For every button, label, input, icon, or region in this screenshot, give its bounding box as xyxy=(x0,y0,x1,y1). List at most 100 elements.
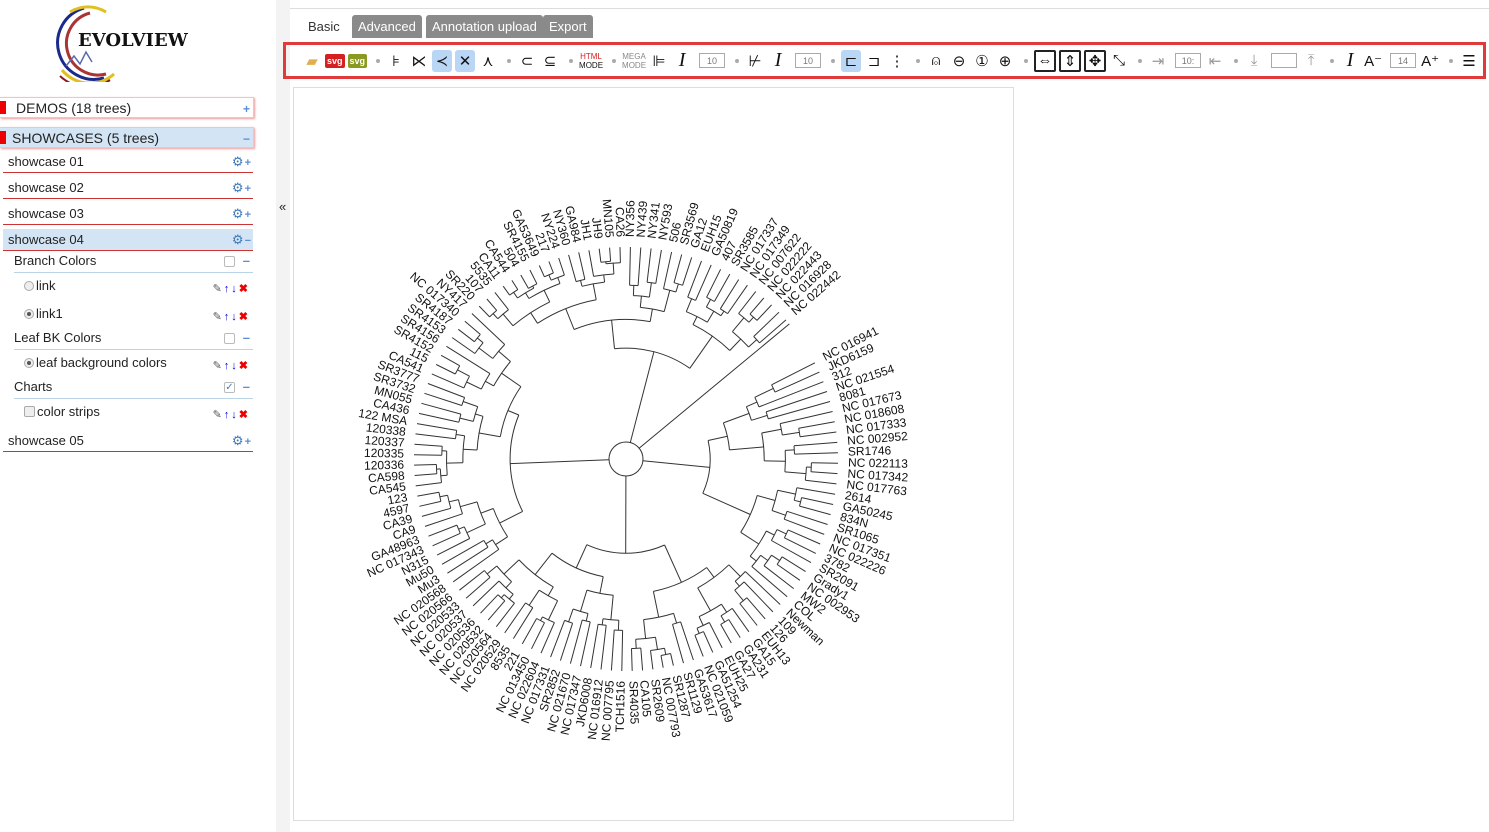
dataset-item[interactable]: color strips ✎↑↓✖ xyxy=(24,404,253,426)
zoom-out-icon[interactable]: ⊖ xyxy=(949,50,969,72)
leaf-dots-icon[interactable]: ⋮ xyxy=(887,50,907,72)
group-checkbox[interactable]: ✓ xyxy=(224,382,235,393)
radial-tree-icon[interactable]: ⋏ xyxy=(478,50,498,72)
edit-icon[interactable]: ✎ xyxy=(213,283,224,295)
zoom-reset-icon[interactable]: ① xyxy=(972,50,992,72)
expand-icon[interactable]: + xyxy=(245,183,251,195)
edit-icon[interactable]: ✎ xyxy=(213,360,224,372)
font-larger-icon[interactable]: A⁺ xyxy=(1420,50,1440,72)
fit-height-icon[interactable]: ⇕ xyxy=(1059,49,1082,72)
toolbar-input[interactable] xyxy=(1271,53,1298,68)
unrooted-tree-icon[interactable]: ✕ xyxy=(455,49,476,72)
tree-item-showcase-05[interactable]: showcase 05 ⚙+ xyxy=(3,430,253,452)
demos-group[interactable]: DEMOS (18 trees) + xyxy=(0,97,254,118)
tab-export[interactable]: Export xyxy=(543,15,593,38)
italic-icon[interactable]: I xyxy=(672,49,692,72)
delete-icon[interactable]: ✖ xyxy=(239,360,250,372)
line-thin-icon[interactable]: ☰ xyxy=(1459,50,1479,72)
leaf-label[interactable]: SR4035 xyxy=(626,681,641,725)
export-svg-icon[interactable]: svg xyxy=(325,53,345,68)
italic-icon[interactable]: I xyxy=(1340,49,1360,72)
edit-icon[interactable]: ✎ xyxy=(213,409,224,421)
font-smaller-icon[interactable]: A⁻ xyxy=(1363,50,1383,72)
tree-branch xyxy=(685,298,693,312)
dataset-item[interactable]: link ✎↑↓✖ xyxy=(24,278,253,300)
toolbar-input[interactable]: 10: xyxy=(1175,53,1202,68)
tree-item-showcase-03[interactable]: showcase 03 ⚙+ xyxy=(3,203,253,225)
expand-horizontal-icon[interactable]: ⇤ xyxy=(1205,50,1225,72)
gear-icon[interactable]: ⚙+ xyxy=(232,206,251,222)
tree-branch xyxy=(655,637,658,650)
dataset-item[interactable]: leaf background colors ✎↑↓✖ xyxy=(24,355,253,377)
dataset-radio[interactable] xyxy=(24,358,34,368)
expand-icon[interactable]: + xyxy=(245,157,251,169)
expand-vertical-icon[interactable]: ⤒ xyxy=(1301,50,1321,72)
move-down-icon[interactable]: ↓ xyxy=(231,311,239,323)
edit-icon[interactable]: ✎ xyxy=(213,311,224,323)
toolbar-input[interactable]: 14 xyxy=(1390,53,1417,68)
showcases-group[interactable]: SHOWCASES (5 trees) − xyxy=(0,127,254,148)
collapse-icon[interactable]: – xyxy=(243,253,250,268)
mouse-icon[interactable]: ⍝ xyxy=(926,50,946,72)
dataset-radio[interactable] xyxy=(24,309,34,319)
open-folder-icon[interactable]: ▰ xyxy=(302,50,322,72)
bootstrap-values-icon[interactable]: ⊫ xyxy=(649,50,669,72)
delete-icon[interactable]: ✖ xyxy=(239,283,250,295)
tree-branch xyxy=(629,246,631,286)
vertical-labels-icon[interactable]: ⊐ xyxy=(864,50,884,72)
delete-icon[interactable]: ✖ xyxy=(239,409,250,421)
fit-width-icon[interactable]: ⇔ xyxy=(1034,49,1057,72)
group-checkbox[interactable] xyxy=(224,256,235,267)
collapse-tree-icon[interactable]: ⤡ xyxy=(1109,50,1129,72)
toolbar-input[interactable]: 10 xyxy=(795,53,822,68)
tree-item-showcase-04[interactable]: showcase 04 ⚙− xyxy=(3,229,253,251)
export-svg-alt-icon[interactable]: svg xyxy=(347,53,368,68)
tree-canvas[interactable]: NC 016941 JKD6159 312 NC 021554 8081 NC 01767… xyxy=(293,87,1014,821)
fit-all-icon[interactable]: ✥ xyxy=(1084,49,1107,72)
tab-annotation-upload[interactable]: Annotation upload xyxy=(426,15,543,38)
collapse-icon[interactable]: – xyxy=(243,330,250,345)
tree-branch xyxy=(743,581,774,613)
tree-item-showcase-02[interactable]: showcase 02 ⚙+ xyxy=(3,177,253,199)
gear-icon[interactable]: ⚙− xyxy=(232,232,251,248)
gear-icon[interactable]: ⚙+ xyxy=(232,433,251,449)
mega-mode-icon[interactable]: MEGA MODE xyxy=(622,50,646,72)
tree-branch xyxy=(756,304,772,321)
gear-icon[interactable]: ⚙+ xyxy=(232,154,251,170)
move-down-icon[interactable]: ↓ xyxy=(231,360,239,372)
rectangular-tree-icon[interactable]: ⊧ xyxy=(386,50,406,72)
slanted-tree-icon[interactable]: ⋉ xyxy=(409,50,429,72)
move-down-icon[interactable]: ↓ xyxy=(231,409,239,421)
tab-advanced[interactable]: Advanced xyxy=(352,15,422,38)
italic-icon[interactable]: I xyxy=(768,49,788,72)
delete-icon[interactable]: ✖ xyxy=(239,311,250,323)
expand-icon[interactable]: + xyxy=(243,102,250,116)
group-checkbox[interactable] xyxy=(224,333,235,344)
branch-length-icon[interactable]: ⊬ xyxy=(745,50,765,72)
zoom-in-icon[interactable]: ⊕ xyxy=(995,50,1015,72)
expand-icon[interactable]: + xyxy=(245,436,251,448)
shrink-vertical-icon[interactable]: ⤓ xyxy=(1244,50,1264,72)
tree-svg[interactable]: NC 016941JKD6159312NC 0215548081NC 01767… xyxy=(294,88,1015,822)
align-leaf-labels-icon[interactable]: ⊏ xyxy=(841,49,862,72)
circular-tree-icon[interactable]: ≺ xyxy=(432,49,453,72)
phylogram-icon[interactable]: ⊆ xyxy=(540,50,560,72)
dataset-checkbox[interactable] xyxy=(24,406,35,417)
move-down-icon[interactable]: ↓ xyxy=(231,283,239,295)
cladogram-icon[interactable]: ⊂ xyxy=(517,50,537,72)
html-mode-icon[interactable]: HTML MODE xyxy=(579,50,603,72)
tree-branch xyxy=(689,335,713,369)
collapse-icon[interactable]: − xyxy=(243,132,250,146)
toolbar-input[interactable]: 10 xyxy=(699,53,726,68)
shrink-horizontal-icon[interactable]: ⇥ xyxy=(1148,50,1168,72)
collapse-sidebar-icon[interactable]: « xyxy=(279,199,286,214)
dataset-radio[interactable] xyxy=(24,281,34,291)
expand-icon[interactable]: + xyxy=(245,209,251,221)
tree-item-showcase-01[interactable]: showcase 01 ⚙+ xyxy=(3,151,253,173)
gear-icon[interactable]: ⚙+ xyxy=(232,180,251,196)
collapse-icon[interactable]: – xyxy=(243,379,250,394)
dataset-item[interactable]: link1 ✎↑↓✖ xyxy=(24,306,253,328)
collapse-icon[interactable]: − xyxy=(245,235,251,247)
tab-basic[interactable]: Basic xyxy=(302,15,346,38)
tree-branch xyxy=(500,594,505,599)
